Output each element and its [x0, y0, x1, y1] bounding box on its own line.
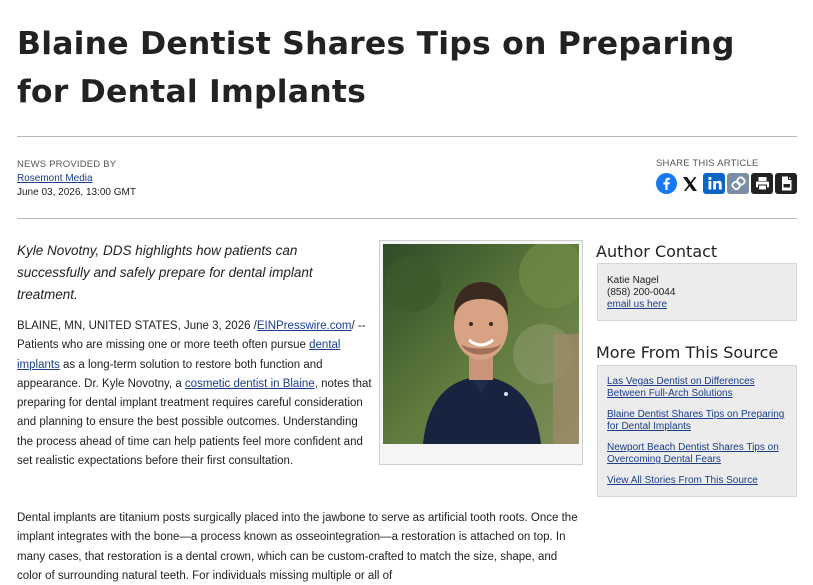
- article-paragraph-2: Dental implants are titanium posts surgi…: [17, 512, 578, 582]
- more-from-source-box: Las Vegas Dentist on Differences Between…: [597, 365, 797, 497]
- related-story-link[interactable]: Las Vegas Dentist on Differences Between…: [607, 376, 787, 400]
- byline-divider: [17, 218, 797, 219]
- paragraph-text: , notes that preparing for dental implan…: [17, 377, 372, 468]
- contact-name: Katie Nagel: [607, 275, 659, 286]
- article-headline: Blaine Dentist Shares Tips on Preparing …: [17, 26, 735, 110]
- linkedin-icon[interactable]: [703, 173, 725, 194]
- publish-date: June 03, 2026, 13:00 GMT: [17, 187, 136, 198]
- dateline: BLAINE, MN, UNITED STATES, June 3, 2026 …: [17, 320, 257, 332]
- article-photo-frame: [379, 240, 583, 465]
- facebook-icon[interactable]: [656, 173, 677, 194]
- contact-phone: (858) 200-0044: [607, 287, 676, 298]
- view-all-stories-link[interactable]: View All Stories From This Source: [607, 475, 787, 487]
- byline-caption: NEWS PROVIDED BY: [17, 159, 117, 170]
- dentist-portrait-photo[interactable]: [383, 244, 579, 444]
- top-divider: [17, 136, 797, 137]
- byline: NEWS PROVIDED BY Rosemont Media June 03,…: [17, 158, 136, 200]
- email-link[interactable]: email us here: [607, 299, 667, 310]
- article-paragraph-1: BLAINE, MN, UNITED STATES, June 3, 2026 …: [17, 317, 372, 471]
- author-contact-box: Katie Nagel (858) 200-0044 email us here: [597, 263, 797, 321]
- related-story-link[interactable]: Blaine Dentist Shares Tips on Preparing …: [607, 409, 787, 433]
- article-lede: Kyle Novotny, DDS highlights how patient…: [17, 243, 313, 302]
- related-story-link[interactable]: Newport Beach Dentist Shares Tips on Ove…: [607, 442, 787, 466]
- pdf-icon[interactable]: [775, 173, 797, 194]
- more-from-source-heading: More From This Source: [596, 343, 779, 362]
- share-bar: SHARE THIS ARTICLE: [656, 158, 797, 194]
- author-contact-heading: Author Contact: [596, 242, 718, 261]
- einpresswire-link[interactable]: EINPresswire.com: [257, 320, 352, 332]
- print-icon[interactable]: [751, 173, 773, 194]
- cosmetic-dentist-link[interactable]: cosmetic dentist in Blaine: [185, 378, 315, 390]
- source-link[interactable]: Rosemont Media: [17, 172, 136, 186]
- copy-link-icon[interactable]: [727, 173, 749, 194]
- share-caption: SHARE THIS ARTICLE: [656, 158, 759, 169]
- x-icon[interactable]: [679, 173, 701, 194]
